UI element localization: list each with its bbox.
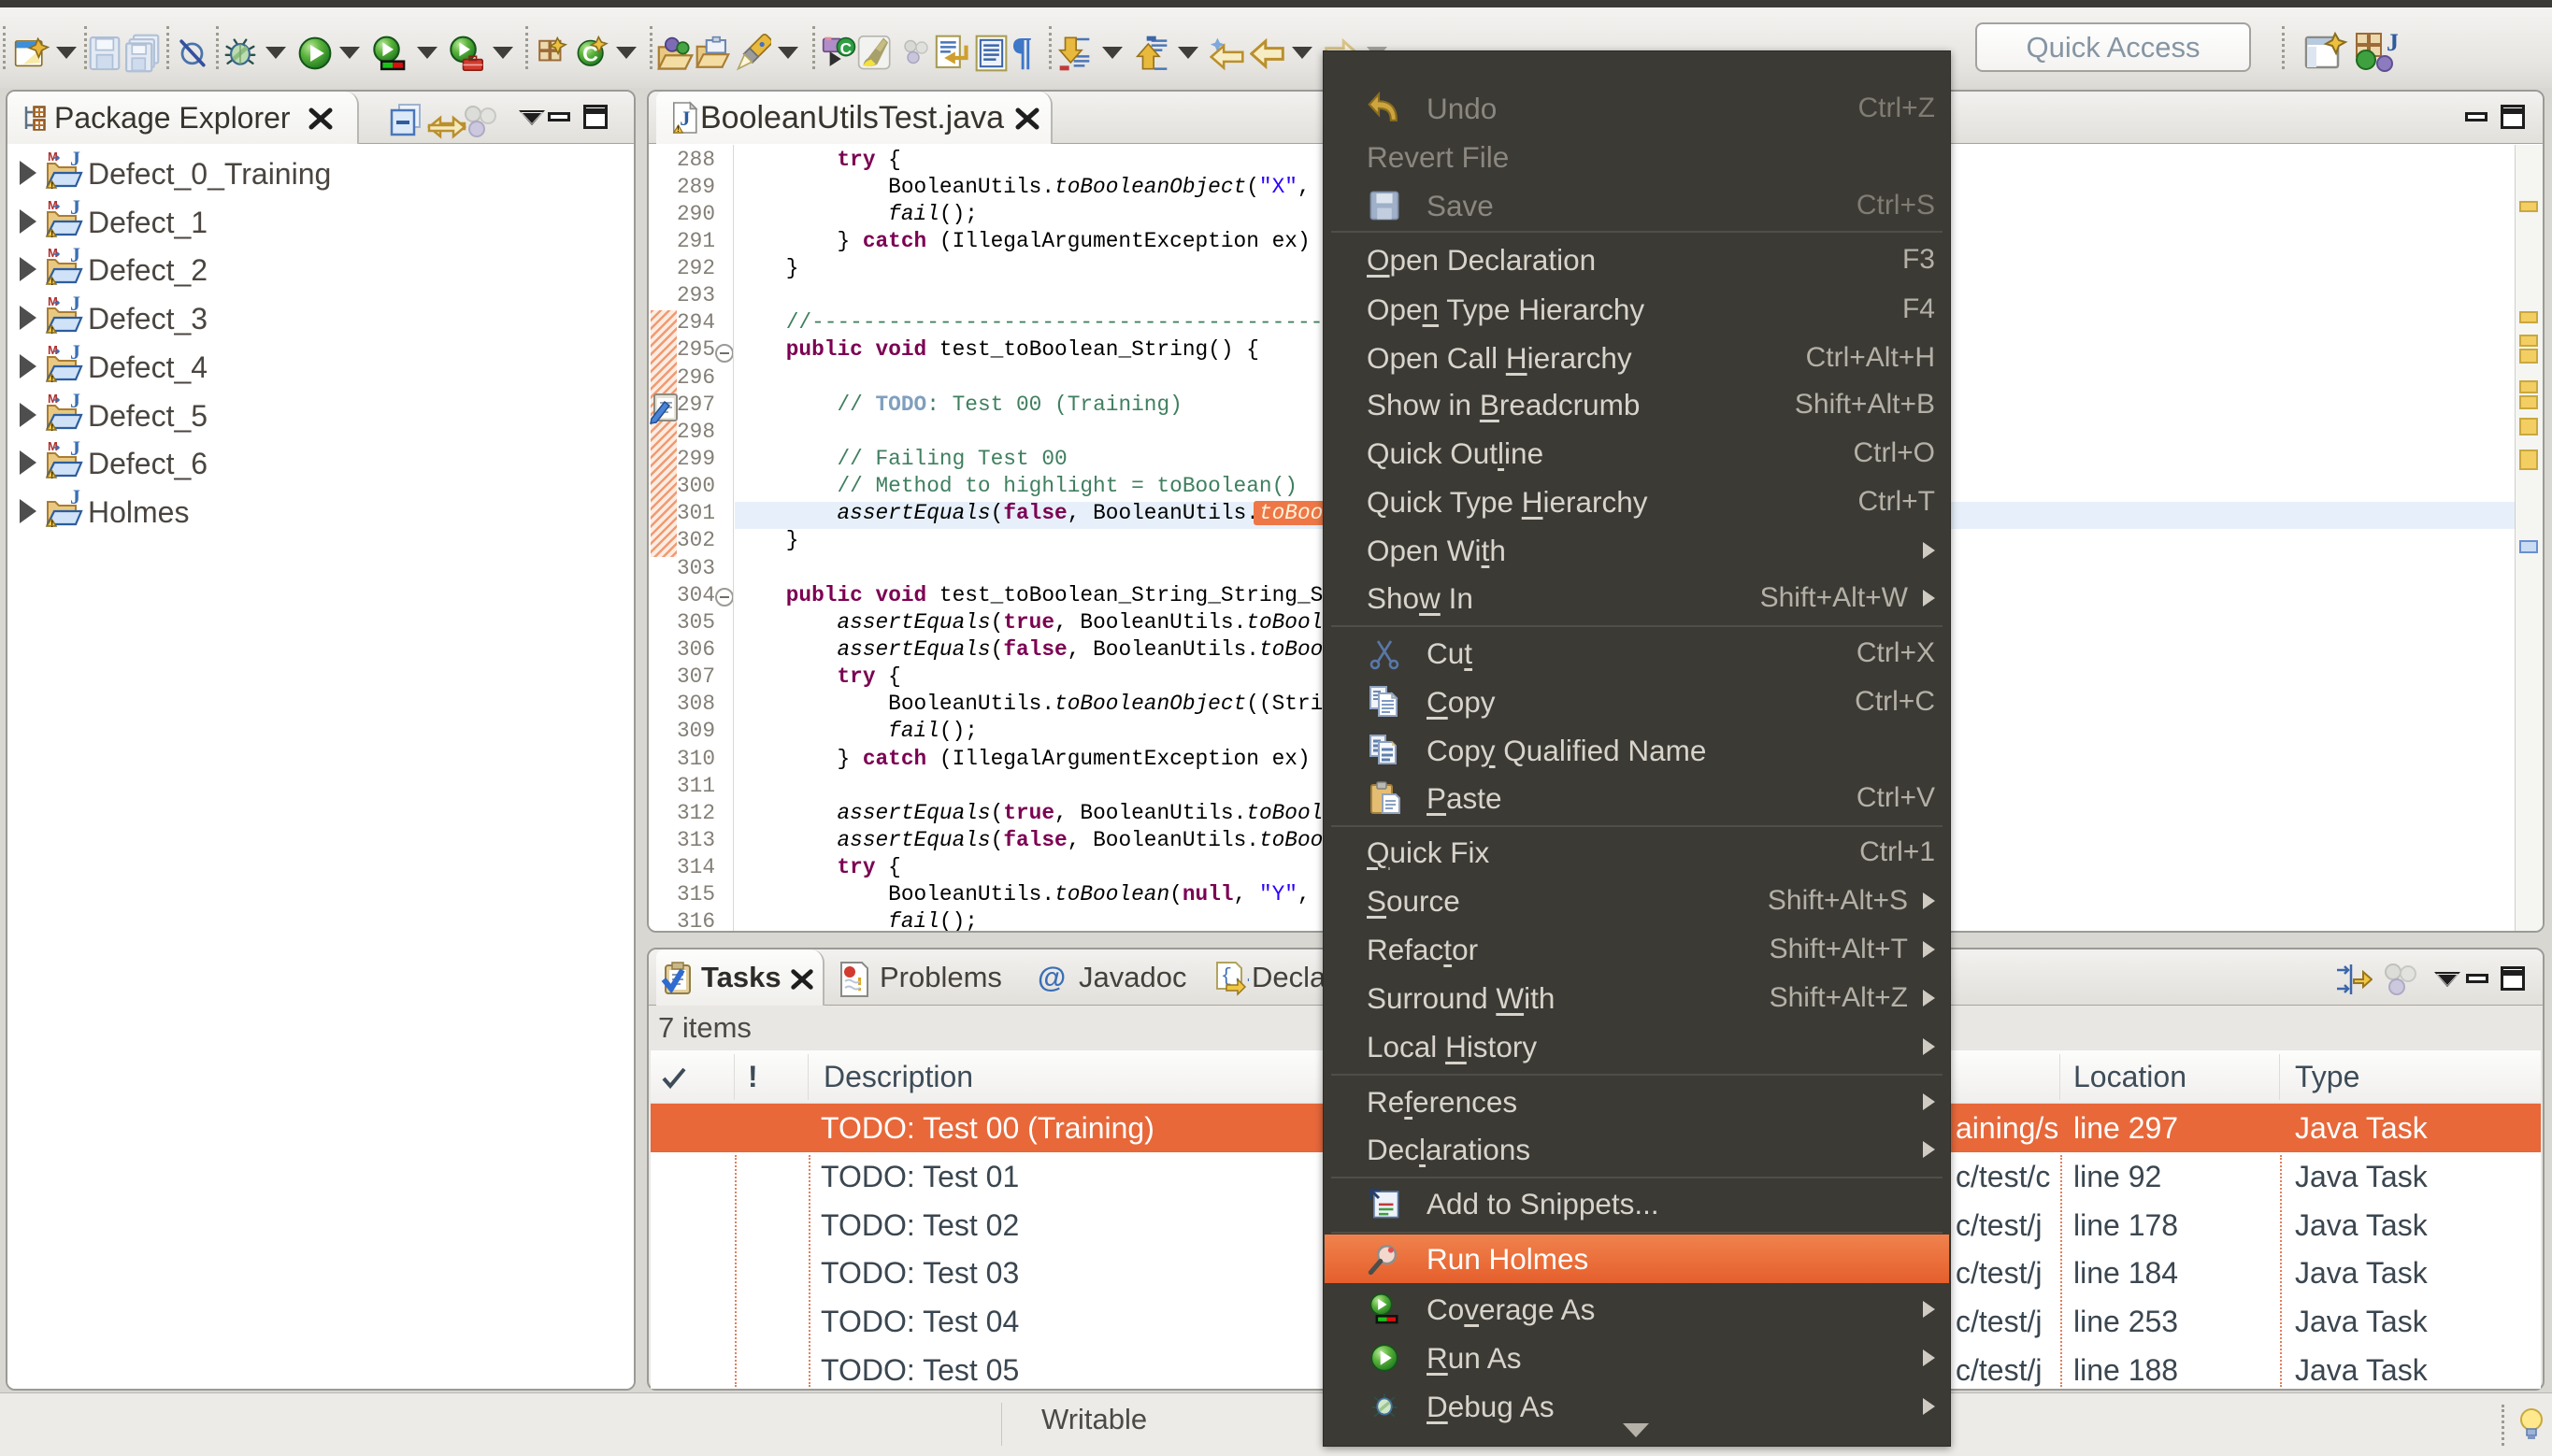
svg-text:!: ! [50,326,53,336]
svg-text:!: ! [677,124,680,134]
svg-text:M: M [48,295,58,308]
svg-text:M: M [48,199,58,212]
svg-text:J: J [70,295,80,315]
svg-text:!: ! [50,520,53,530]
svg-text:J: J [70,344,80,364]
svg-text:!: ! [50,375,53,385]
svg-text:!: ! [50,423,53,434]
svg-text:M: M [48,440,58,453]
svg-text:!: ! [50,278,53,288]
svg-text:J: J [70,440,80,460]
svg-text:J: J [70,199,80,219]
svg-text:J: J [70,247,80,266]
svg-text:M: M [48,150,58,164]
svg-text:J: J [70,150,80,170]
svg-text:M: M [48,344,58,357]
svg-text:J: J [2387,30,2398,56]
svg-text:!: ! [50,471,53,481]
svg-text:M: M [48,393,58,406]
svg-text:!: ! [50,181,53,192]
svg-text:!: ! [50,230,53,240]
svg-text:J: J [70,489,80,508]
svg-text:J: J [680,107,690,130]
svg-text:C: C [840,39,852,58]
svg-text:M: M [48,247,58,260]
svg-text:J: J [70,393,80,412]
